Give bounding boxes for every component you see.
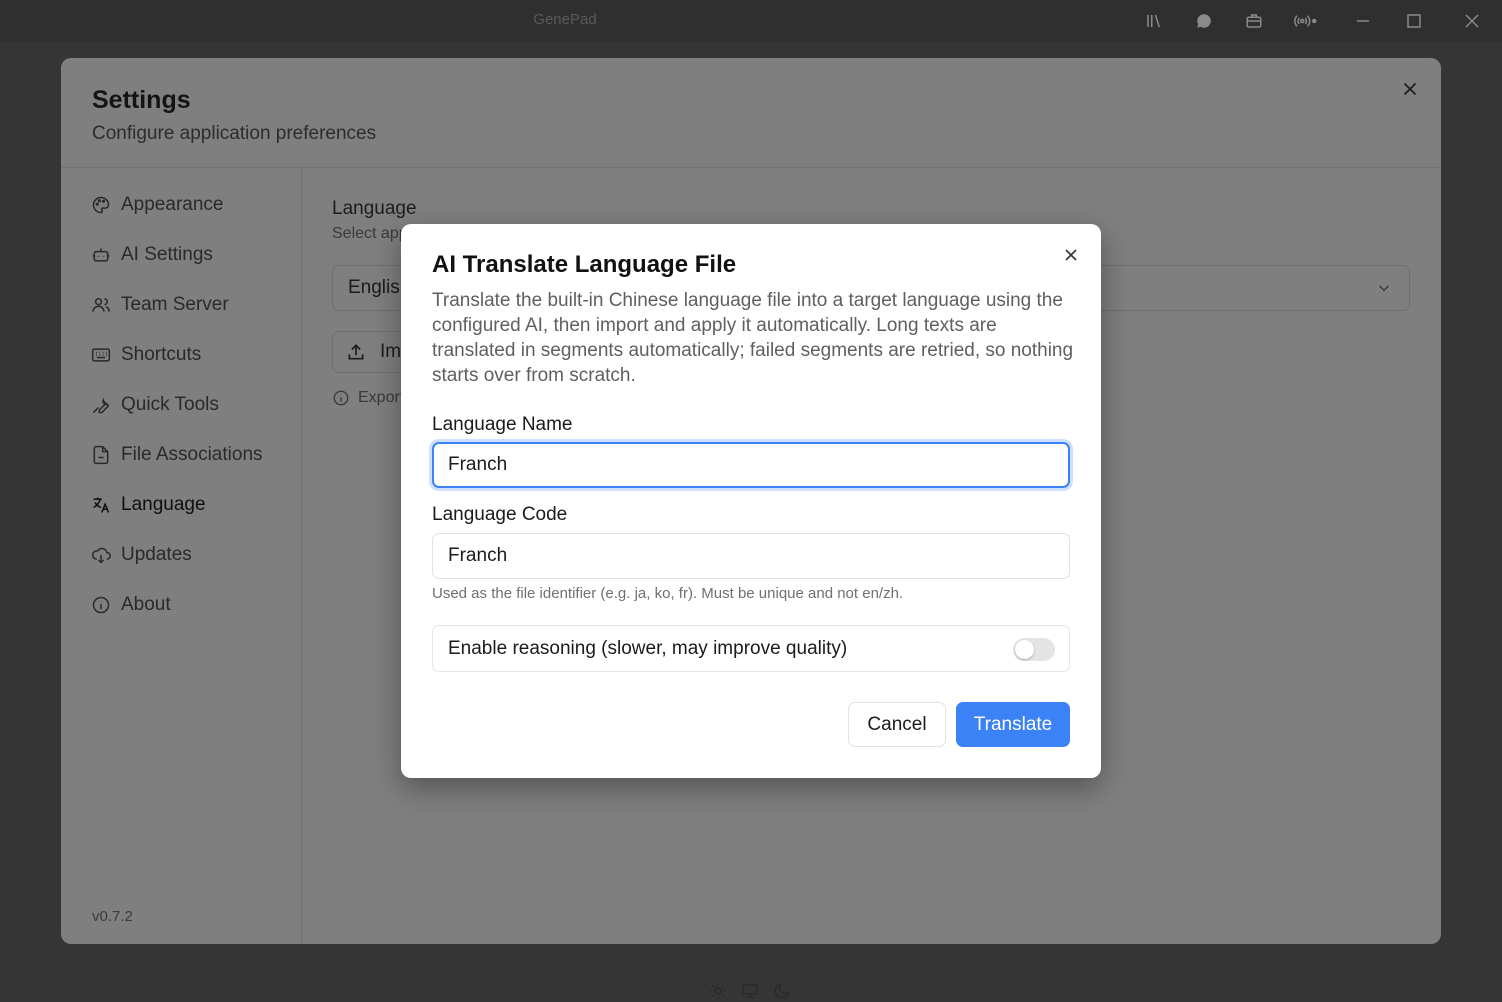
reasoning-label: Enable reasoning (slower, may improve qu… (448, 637, 848, 659)
settings-header: Settings Configure application preferenc… (61, 58, 1441, 168)
chevron-down-icon (1378, 285, 1390, 292)
maximize-button[interactable] (1401, 8, 1427, 34)
cancel-button[interactable]: Cancel (848, 702, 946, 747)
sidebar-item-appearance[interactable]: Appearance (91, 188, 281, 222)
keyboard-icon (91, 348, 111, 362)
library-icon[interactable] (1143, 10, 1165, 32)
sidebar-item-label: Shortcuts (121, 344, 202, 365)
theme-switcher (695, 980, 805, 1002)
sidebar-item-label: Quick Tools (121, 394, 219, 415)
sidebar-item-label: Team Server (121, 294, 229, 315)
app-title: GenePad (533, 11, 597, 28)
language-code-label: Language Code (432, 504, 568, 525)
close-icon[interactable] (1399, 78, 1421, 100)
sidebar-item-label: AI Settings (121, 244, 213, 265)
export-note-text: Export (358, 389, 405, 406)
dialog-description: Translate the built-in Chinese language … (432, 290, 1074, 386)
settings-subtitle: Configure application preferences (92, 123, 377, 144)
import-button-label: Im (380, 341, 402, 362)
sidebar-item-label: File Associations (121, 444, 263, 465)
file-link-icon (93, 445, 109, 465)
sidebar-item-about[interactable]: About (91, 588, 281, 622)
cloud-download-icon (91, 547, 111, 564)
sidebar-item-label: Appearance (121, 194, 224, 215)
translate-icon (93, 497, 110, 513)
sidebar-item-language[interactable]: Language (91, 488, 281, 522)
language-description: Select app (332, 225, 408, 242)
reasoning-toggle-row: Enable reasoning (slower, may improve qu… (432, 625, 1070, 672)
info-icon (92, 596, 110, 614)
briefcase-icon[interactable] (1243, 10, 1265, 32)
close-icon[interactable] (1061, 245, 1081, 265)
chat-icon[interactable] (1193, 10, 1215, 32)
sidebar-item-label: About (121, 594, 171, 615)
broadcast-icon[interactable] (1288, 10, 1324, 32)
dialog-title: AI Translate Language File (432, 251, 737, 278)
sidebar-item-label: Updates (121, 544, 192, 565)
wrench-icon (92, 397, 110, 414)
upload-icon (348, 344, 364, 360)
minimize-button[interactable] (1350, 8, 1376, 34)
monitor-icon[interactable] (741, 982, 759, 1000)
language-heading: Language (332, 198, 417, 219)
language-name-input[interactable] (432, 442, 1070, 488)
translate-button[interactable]: Translate (956, 702, 1070, 747)
switch-knob (1015, 640, 1034, 659)
sidebar-item-label: Language (121, 494, 206, 515)
moon-icon[interactable] (773, 982, 791, 1000)
ai-translate-dialog: AI Translate Language File Translate the… (401, 224, 1101, 778)
palette-icon (92, 196, 110, 214)
bot-icon (92, 248, 110, 262)
app-version: v0.7.2 (92, 908, 133, 925)
sidebar-item-updates[interactable]: Updates (91, 538, 281, 572)
sidebar-item-shortcuts[interactable]: Shortcuts (91, 338, 281, 372)
export-note: Export (332, 389, 404, 407)
sun-icon[interactable] (709, 982, 727, 1000)
sidebar-item-quick-tools[interactable]: Quick Tools (91, 388, 281, 422)
window-close-button[interactable] (1459, 8, 1485, 34)
info-icon (333, 390, 349, 406)
sidebar-item-team-server[interactable]: Team Server (91, 288, 281, 322)
settings-sidebar: Appearance AI Settings Team Server Short… (61, 168, 302, 944)
settings-title: Settings (92, 86, 191, 114)
sidebar-item-ai-settings[interactable]: AI Settings (91, 238, 281, 272)
users-icon (92, 298, 110, 312)
language-name-label: Language Name (432, 414, 573, 435)
sidebar-item-file-associations[interactable]: File Associations (91, 438, 281, 472)
title-bar: GenePad (0, 0, 1502, 42)
reasoning-switch[interactable] (1013, 638, 1055, 661)
language-code-input[interactable] (432, 533, 1070, 579)
language-code-hint: Used as the file identifier (e.g. ja, ko… (432, 585, 904, 602)
